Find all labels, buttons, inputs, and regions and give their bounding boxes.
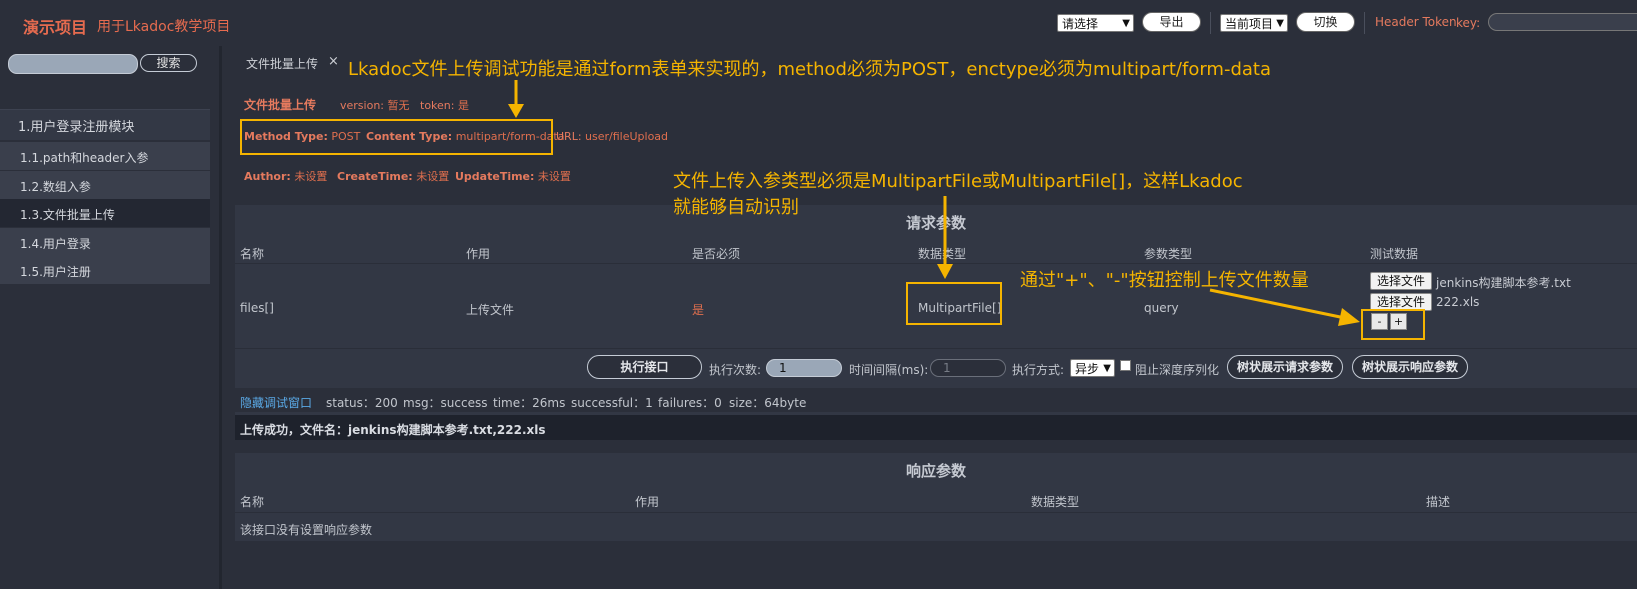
arrow-to-plusminus xyxy=(1209,288,1346,320)
annotation-arrows xyxy=(508,80,1360,326)
arrow-head xyxy=(937,264,953,279)
arrow-head xyxy=(508,104,524,118)
arrow-head xyxy=(1338,308,1360,326)
